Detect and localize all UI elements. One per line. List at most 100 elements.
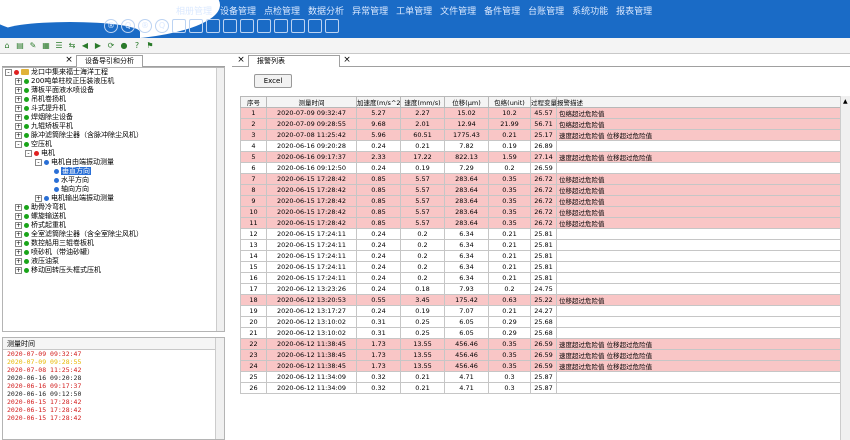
tree-node-label[interactable]: 数控船用三辊卷板机 — [31, 239, 94, 247]
list-item[interactable]: 2020-06-16 09:12:50 — [3, 390, 224, 398]
tree-node[interactable]: + 吊机卷扬机 — [3, 95, 224, 104]
tree-node-label[interactable]: 助骨冷弯机 — [31, 203, 66, 211]
close-icon[interactable]: × — [340, 55, 354, 65]
menu-item[interactable]: 备件管理 — [484, 4, 520, 17]
refresh-icon[interactable]: ⟳ — [106, 41, 116, 51]
table-row[interactable]: 18 2020-06-12 13:20:53 0.55 3.45 175.42 0.63 2… — [240, 294, 841, 306]
table-row[interactable]: 21 2020-06-12 13:10:02 0.31 0.25 6.05 0.29 25.… — [240, 327, 841, 339]
close-icon[interactable]: × — [62, 55, 76, 65]
list-item[interactable]: 2020-07-08 11:25:42 — [3, 366, 224, 374]
table-row[interactable]: 15 2020-06-15 17:24:11 0.24 0.2 6.34 0.21 25.8… — [240, 261, 841, 273]
table-row[interactable]: 13 2020-06-15 17:24:11 0.24 0.2 6.34 0.21 25.8… — [240, 239, 841, 251]
tree-node-label[interactable]: 垂直方向 — [61, 167, 91, 175]
collapse-icon[interactable]: - — [5, 68, 12, 76]
tree-node-label[interactable]: 电机自由端振动测量 — [51, 158, 114, 166]
tree-node[interactable]: - 电机 — [3, 149, 224, 158]
tree-node-label[interactable]: 200吨单柱校正压装液压机 — [31, 77, 114, 85]
status-icon[interactable]: ● — [119, 41, 129, 51]
time-list-scrollbar[interactable] — [215, 338, 224, 439]
tree-node[interactable]: 轴向方向 — [3, 185, 224, 194]
tree-node-label[interactable]: 螺旋输送机 — [31, 212, 66, 220]
list-item[interactable]: 2020-06-16 09:17:37 — [3, 382, 224, 390]
column-header[interactable]: 过程变量 — [530, 96, 557, 108]
tree-node-label[interactable]: 薄板平面液水喷设备 — [31, 86, 94, 94]
menu-item[interactable]: 异常管理 — [352, 4, 388, 17]
tree-node[interactable]: + 九辊矫板平机 — [3, 122, 224, 131]
table-row[interactable]: 10 2020-06-15 17:28:42 0.85 5.57 283.64 0.35 2… — [240, 206, 841, 218]
tree-node[interactable]: + 喷砂机（带油砂罐） — [3, 248, 224, 257]
tree-node-label[interactable]: 焊烟除尘设备 — [31, 113, 73, 121]
split-icon[interactable] — [206, 19, 220, 33]
registered-icon[interactable]: ® — [138, 19, 152, 33]
menu-item[interactable]: 工单管理 — [396, 4, 432, 17]
settings-icon[interactable] — [325, 19, 339, 33]
tree-node[interactable]: 水平方向 — [3, 176, 224, 185]
search-icon[interactable]: Q — [155, 19, 169, 33]
close-icon[interactable]: × — [234, 55, 248, 65]
chart-icon[interactable] — [257, 19, 271, 33]
tree-node[interactable]: 垂直方向 — [3, 167, 224, 176]
tree-node[interactable]: +200吨单柱校正压装液压机 — [3, 77, 224, 86]
tab-alarm-list[interactable]: 报警列表 — [248, 54, 340, 67]
table-row[interactable]: 20 2020-06-12 13:10:02 0.31 0.25 6.05 0.29 25.… — [240, 316, 841, 328]
table-row[interactable]: 1 2020-07-09 09:32:47 5.27 2.27 15.02 10.2 45.… — [240, 107, 841, 119]
tree-node-label[interactable]: 液压油泵 — [31, 257, 59, 265]
column-header[interactable]: 序号 — [240, 96, 267, 108]
expand-icon[interactable]: + — [15, 77, 22, 85]
expand-icon[interactable]: + — [15, 86, 22, 94]
table-row[interactable]: 12 2020-06-15 17:24:11 0.24 0.2 6.34 0.21 25.8… — [240, 228, 841, 240]
collapse-icon[interactable]: - — [25, 149, 32, 157]
list-item[interactable]: 2020-07-09 09:28:55 — [3, 358, 224, 366]
tree-node-label[interactable]: 喷砂机（带油砂罐） — [31, 248, 94, 256]
help-icon[interactable]: ? — [132, 41, 142, 51]
arrow-icon[interactable] — [172, 19, 186, 33]
table-row[interactable]: 2 2020-07-09 09:28:55 9.68 2.01 12.94 21.99 56… — [240, 118, 841, 130]
menu-item[interactable]: 相册管理 — [176, 4, 212, 17]
tree-node-label[interactable]: 水平方向 — [61, 176, 89, 184]
menu-item[interactable]: 台账管理 — [528, 4, 564, 17]
column-header[interactable]: 位移(μm) — [444, 96, 489, 108]
menu-item[interactable]: 数据分析 — [308, 4, 344, 17]
transfer-icon[interactable]: ⇆ — [67, 41, 77, 51]
expand-icon[interactable]: + — [15, 203, 22, 211]
list-item[interactable]: 2020-07-09 09:32:47 — [3, 350, 224, 358]
tree-node-label[interactable]: 空压机 — [31, 140, 52, 148]
tree-node-label[interactable]: 桥式起重机 — [31, 221, 66, 229]
back-icon[interactable]: ◀ — [80, 41, 90, 51]
collapse-icon[interactable]: - — [15, 140, 22, 148]
tree-node-label[interactable]: 全室滤筒除尘器（含全室除尘风机） — [31, 230, 143, 238]
tree-node[interactable]: + 斗式提升机 — [3, 104, 224, 113]
expand-icon[interactable]: + — [15, 257, 22, 265]
tree-node-label[interactable]: 龙口中集来福士海洋工程 — [31, 68, 108, 76]
menu-item[interactable]: 系统功能 — [572, 4, 608, 17]
column-header[interactable]: 包络(unit) — [488, 96, 531, 108]
collapse-icon[interactable]: - — [35, 158, 42, 166]
tree-node[interactable]: + 数控船用三辊卷板机 — [3, 239, 224, 248]
list-item[interactable]: 2020-06-15 17:28:42 — [3, 406, 224, 414]
tree-node-label[interactable]: 九辊矫板平机 — [31, 122, 73, 130]
nav-home-icon[interactable]: ⌂ — [2, 41, 12, 51]
table-row[interactable]: 17 2020-06-12 13:23:26 0.24 0.18 7.93 0.2 24.7… — [240, 283, 841, 295]
tree-node[interactable]: + 液压油泵 — [3, 257, 224, 266]
table-row[interactable]: 26 2020-06-12 11:34:09 0.32 0.21 4.71 0.3 25.8… — [240, 382, 841, 394]
zoom-icon[interactable] — [189, 19, 203, 33]
table-row[interactable]: 16 2020-06-15 17:24:11 0.24 0.2 6.34 0.21 25.8… — [240, 272, 841, 284]
table-row[interactable]: 9 2020-06-15 17:28:42 0.85 5.57 283.64 0.35 26… — [240, 195, 841, 207]
tree-node-label[interactable]: 移动回转压头框式压机 — [31, 266, 101, 274]
share-icon[interactable] — [291, 19, 305, 33]
tree-node[interactable]: + 全室滤筒除尘器（含全室除尘风机） — [3, 230, 224, 239]
table-row[interactable]: 11 2020-06-15 17:28:42 0.85 5.57 283.64 0.35 2… — [240, 217, 841, 229]
expand-icon[interactable]: + — [15, 248, 22, 256]
table-row[interactable]: 6 2020-06-16 09:12:50 0.24 0.19 7.29 0.2 26.59 — [240, 162, 841, 174]
expand-icon[interactable]: + — [15, 212, 22, 220]
pin-icon[interactable]: ⚑ — [145, 41, 155, 51]
tree-node-label[interactable]: 脉冲滤筒除尘器（含脉冲除尘风机） — [31, 131, 143, 139]
scroll-up-icon[interactable]: ▲ — [843, 98, 848, 105]
chart-icon[interactable]: ▤ — [15, 41, 25, 51]
menu-item[interactable]: 文件管理 — [440, 4, 476, 17]
search-icon[interactable]: Q — [121, 19, 135, 33]
expand-icon[interactable]: + — [15, 230, 22, 238]
list-item[interactable]: 2020-06-15 17:28:42 — [3, 398, 224, 406]
table-row[interactable]: 5 2020-06-16 09:17:37 2.33 17.22 822.13 1.59 2… — [240, 151, 841, 163]
table-row[interactable]: 22 2020-06-12 11:38:45 1.73 13.55 456.46 0.35… — [240, 338, 841, 350]
